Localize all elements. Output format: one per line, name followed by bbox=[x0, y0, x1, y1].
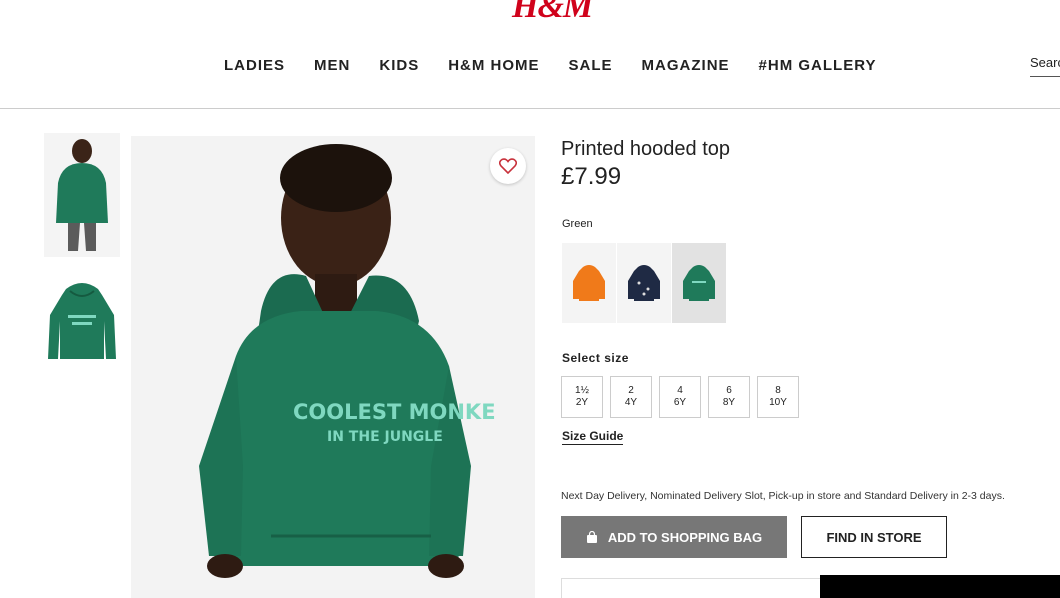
search-input[interactable]: Search bbox=[1030, 55, 1060, 77]
size-age: 6 bbox=[726, 385, 732, 396]
size-options: 1½ 2Y 2 4Y 4 6Y 6 8Y 8 10Y bbox=[561, 376, 806, 418]
product-photo: COOLEST MONKE IN THE JUNGLE bbox=[199, 144, 496, 578]
nav-sale[interactable]: SALE bbox=[569, 57, 613, 74]
orange-hoodie-icon bbox=[573, 265, 605, 301]
thumbnail-hoodie[interactable] bbox=[44, 275, 120, 369]
add-to-bag-button[interactable]: ADD TO SHOPPING BAG bbox=[561, 516, 787, 558]
nav-magazine[interactable]: MAGAZINE bbox=[642, 57, 730, 74]
size-year: 10Y bbox=[769, 397, 787, 408]
swatch-navy[interactable] bbox=[617, 243, 671, 323]
main-nav: LADIES MEN KIDS H&M HOME SALE MAGAZINE #… bbox=[224, 57, 906, 74]
size-year: 2Y bbox=[575, 397, 589, 408]
thumbnail-hoodie-image bbox=[48, 283, 116, 359]
size-age: 4 bbox=[677, 385, 683, 396]
size-option[interactable]: 4 6Y bbox=[659, 376, 701, 418]
bag-icon bbox=[586, 531, 597, 543]
size-age: 2 bbox=[628, 385, 634, 396]
product-price: £7.99 bbox=[561, 163, 622, 190]
nav-men[interactable]: MEN bbox=[314, 57, 350, 74]
color-swatches bbox=[562, 243, 727, 323]
size-label: Select size bbox=[562, 351, 629, 365]
size-age: 1½ bbox=[575, 385, 589, 396]
size-option[interactable]: 6 8Y bbox=[708, 376, 750, 418]
nav-kids[interactable]: KIDS bbox=[379, 57, 419, 74]
nav-home[interactable]: H&M HOME bbox=[448, 57, 539, 74]
size-option[interactable]: 2 4Y bbox=[610, 376, 652, 418]
size-year: 4Y bbox=[624, 397, 638, 408]
favorite-button[interactable] bbox=[490, 148, 526, 184]
product-info-tabs bbox=[561, 578, 821, 598]
size-year: 8Y bbox=[722, 397, 736, 408]
hoodie-print-line2: IN THE JUNGLE bbox=[327, 429, 443, 445]
product-title: Printed hooded top bbox=[561, 138, 731, 160]
brand-logo[interactable]: H&M bbox=[512, 0, 593, 26]
add-to-bag-label: ADD TO SHOPPING BAG bbox=[607, 529, 763, 545]
thumbnail-model[interactable] bbox=[44, 133, 120, 257]
color-label: Green bbox=[562, 218, 593, 230]
delivery-info: Next Day Delivery, Nominated Delivery Sl… bbox=[561, 490, 1005, 502]
size-age: 8 bbox=[775, 385, 781, 396]
hoodie-print-line1: COOLEST MONKE bbox=[293, 400, 496, 424]
swatch-orange[interactable] bbox=[562, 243, 616, 323]
overlay-bar bbox=[820, 575, 1060, 598]
size-year: 6Y bbox=[673, 397, 687, 408]
nav-gallery[interactable]: #HM GALLERY bbox=[759, 57, 877, 74]
swatch-green[interactable] bbox=[672, 243, 726, 323]
product-main-image[interactable]: COOLEST MONKE IN THE JUNGLE bbox=[131, 136, 535, 598]
heart-icon bbox=[499, 158, 517, 174]
header-divider bbox=[0, 108, 1060, 109]
size-guide-link[interactable]: Size Guide bbox=[562, 429, 624, 445]
green-hoodie-icon bbox=[683, 265, 715, 301]
navy-hoodie-icon bbox=[628, 265, 660, 301]
find-in-store-button[interactable]: FIND IN STORE bbox=[801, 516, 947, 558]
size-option[interactable]: 1½ 2Y bbox=[561, 376, 603, 418]
nav-ladies[interactable]: LADIES bbox=[224, 57, 285, 74]
thumbnail-model-image bbox=[56, 139, 108, 251]
size-option[interactable]: 8 10Y bbox=[757, 376, 799, 418]
